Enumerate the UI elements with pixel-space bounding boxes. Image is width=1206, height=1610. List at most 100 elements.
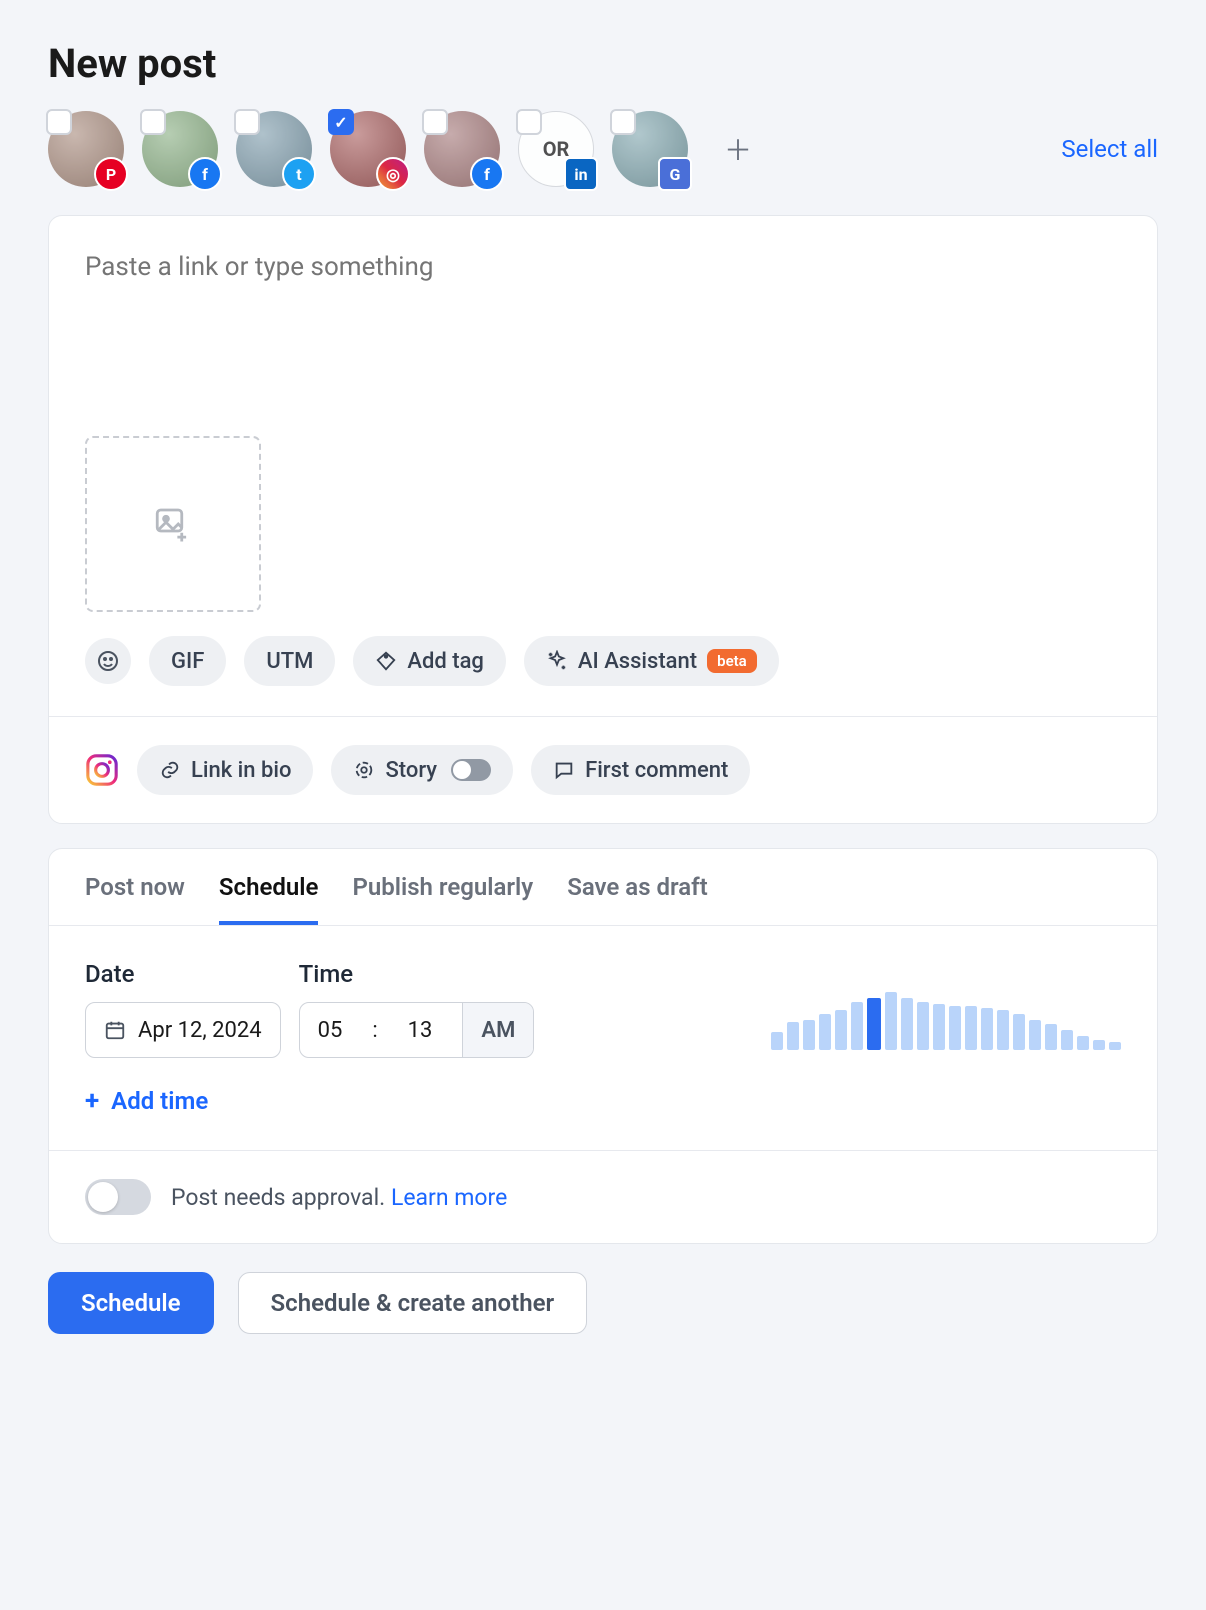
histogram-bar (949, 1006, 961, 1050)
histogram-bar (819, 1014, 831, 1050)
account-selector-pinterest[interactable]: P (48, 111, 124, 187)
facebook-icon: f (470, 157, 504, 191)
story-icon (353, 759, 375, 781)
histogram-bar (1109, 1042, 1121, 1050)
instagram-icon: ◎ (376, 157, 410, 191)
add-tag-button[interactable]: Add tag (353, 636, 506, 686)
histogram-bar (803, 1020, 815, 1050)
accounts-row: Pft✓◎fORinG ＋ Select all (48, 111, 1158, 187)
composer-card: GIF UTM Add tag AI Assistant beta Link i… (48, 215, 1158, 824)
add-time-label: Add time (111, 1087, 208, 1115)
histogram-bar (1093, 1040, 1105, 1050)
add-account-button[interactable]: ＋ (718, 129, 758, 169)
histogram-bar (771, 1032, 783, 1050)
utm-button[interactable]: UTM (244, 636, 335, 686)
tab-schedule[interactable]: Schedule (219, 873, 319, 925)
best-time-histogram (771, 990, 1121, 1050)
approval-learn-more-link[interactable]: Learn more (391, 1184, 507, 1211)
account-checkbox[interactable] (422, 109, 448, 135)
instagram-options-row: Link in bio Story First comment (49, 716, 1157, 823)
histogram-bar (835, 1010, 847, 1050)
account-checkbox[interactable] (140, 109, 166, 135)
link-icon (159, 759, 181, 781)
story-label: Story (385, 758, 437, 783)
first-comment-button[interactable]: First comment (531, 745, 750, 795)
add-media-dropzone[interactable] (85, 436, 261, 612)
story-toggle[interactable]: Story (331, 745, 513, 795)
histogram-bar (965, 1006, 977, 1050)
histogram-bar (1045, 1024, 1057, 1050)
account-selector-twitter[interactable]: t (236, 111, 312, 187)
link-in-bio-button[interactable]: Link in bio (137, 745, 313, 795)
image-plus-icon (152, 503, 194, 545)
account-checkbox[interactable] (234, 109, 260, 135)
account-selector-instagram[interactable]: ✓◎ (330, 111, 406, 187)
account-selector-facebook[interactable]: f (424, 111, 500, 187)
histogram-bar (1061, 1030, 1073, 1050)
approval-toggle[interactable] (85, 1179, 151, 1215)
emoji-button[interactable] (85, 638, 131, 684)
histogram-bar (933, 1004, 945, 1050)
date-value: Apr 12, 2024 (138, 1018, 262, 1043)
google-icon: G (658, 157, 692, 191)
select-all-link[interactable]: Select all (1061, 135, 1158, 163)
time-label: Time (299, 960, 535, 988)
histogram-bar (917, 1002, 929, 1050)
date-input[interactable]: Apr 12, 2024 (85, 1002, 281, 1058)
tab-publish-regularly[interactable]: Publish regularly (352, 873, 533, 925)
account-checkbox[interactable]: ✓ (328, 109, 354, 135)
account-checkbox[interactable] (610, 109, 636, 135)
approval-row: Post needs approval. Learn more (49, 1150, 1157, 1243)
emoji-icon (96, 649, 120, 673)
ai-assistant-button[interactable]: AI Assistant beta (524, 636, 779, 686)
account-selector-google[interactable]: G (612, 111, 688, 187)
schedule-tabs: Post now Schedule Publish regularly Save… (49, 849, 1157, 926)
account-selector-linkedin[interactable]: ORin (518, 111, 594, 187)
link-in-bio-label: Link in bio (191, 758, 291, 783)
sparkle-icon (546, 650, 568, 672)
histogram-bar (1013, 1014, 1025, 1050)
add-time-button[interactable]: + Add time (85, 1086, 534, 1116)
account-selector-facebook[interactable]: f (142, 111, 218, 187)
schedule-button[interactable]: Schedule (48, 1272, 214, 1334)
time-minute[interactable]: 13 (390, 1003, 451, 1057)
time-ampm[interactable]: AM (462, 1003, 533, 1057)
twitter-icon: t (282, 157, 316, 191)
time-colon: : (372, 1018, 377, 1043)
post-textarea[interactable] (85, 252, 1121, 412)
histogram-bar (901, 998, 913, 1050)
histogram-bar (787, 1022, 799, 1050)
histogram-bar (885, 992, 897, 1050)
pinterest-icon: P (94, 157, 128, 191)
time-field: Time 05 : 13 AM (299, 960, 535, 1058)
account-checkbox[interactable] (516, 109, 542, 135)
histogram-bar (997, 1010, 1009, 1050)
histogram-bar (1077, 1036, 1089, 1050)
linkedin-icon: in (564, 157, 598, 191)
histogram-bar (981, 1008, 993, 1050)
gif-button[interactable]: GIF (149, 636, 226, 686)
histogram-bar (1029, 1020, 1041, 1050)
account-checkbox[interactable] (46, 109, 72, 135)
composer-toolbar: GIF UTM Add tag AI Assistant beta (85, 612, 1121, 716)
add-tag-label: Add tag (407, 649, 484, 674)
beta-badge: beta (707, 649, 757, 673)
time-input[interactable]: 05 : 13 AM (299, 1002, 535, 1058)
facebook-icon: f (188, 157, 222, 191)
story-switch[interactable] (451, 759, 491, 781)
tab-post-now[interactable]: Post now (85, 873, 185, 925)
date-field: Date Apr 12, 2024 (85, 960, 281, 1058)
comment-icon (553, 759, 575, 781)
first-comment-label: First comment (585, 758, 728, 783)
schedule-card: Post now Schedule Publish regularly Save… (48, 848, 1158, 1244)
date-label: Date (85, 960, 281, 988)
approval-text: Post needs approval. (171, 1184, 385, 1211)
plus-icon: + (85, 1086, 99, 1116)
footer-actions: Schedule Schedule & create another (48, 1272, 1158, 1334)
instagram-icon (85, 753, 119, 787)
tab-save-draft[interactable]: Save as draft (567, 873, 708, 925)
schedule-another-button[interactable]: Schedule & create another (238, 1272, 588, 1334)
page-title: New post (48, 40, 1158, 87)
time-hour[interactable]: 05 (300, 1003, 361, 1057)
histogram-bar (851, 1002, 863, 1050)
